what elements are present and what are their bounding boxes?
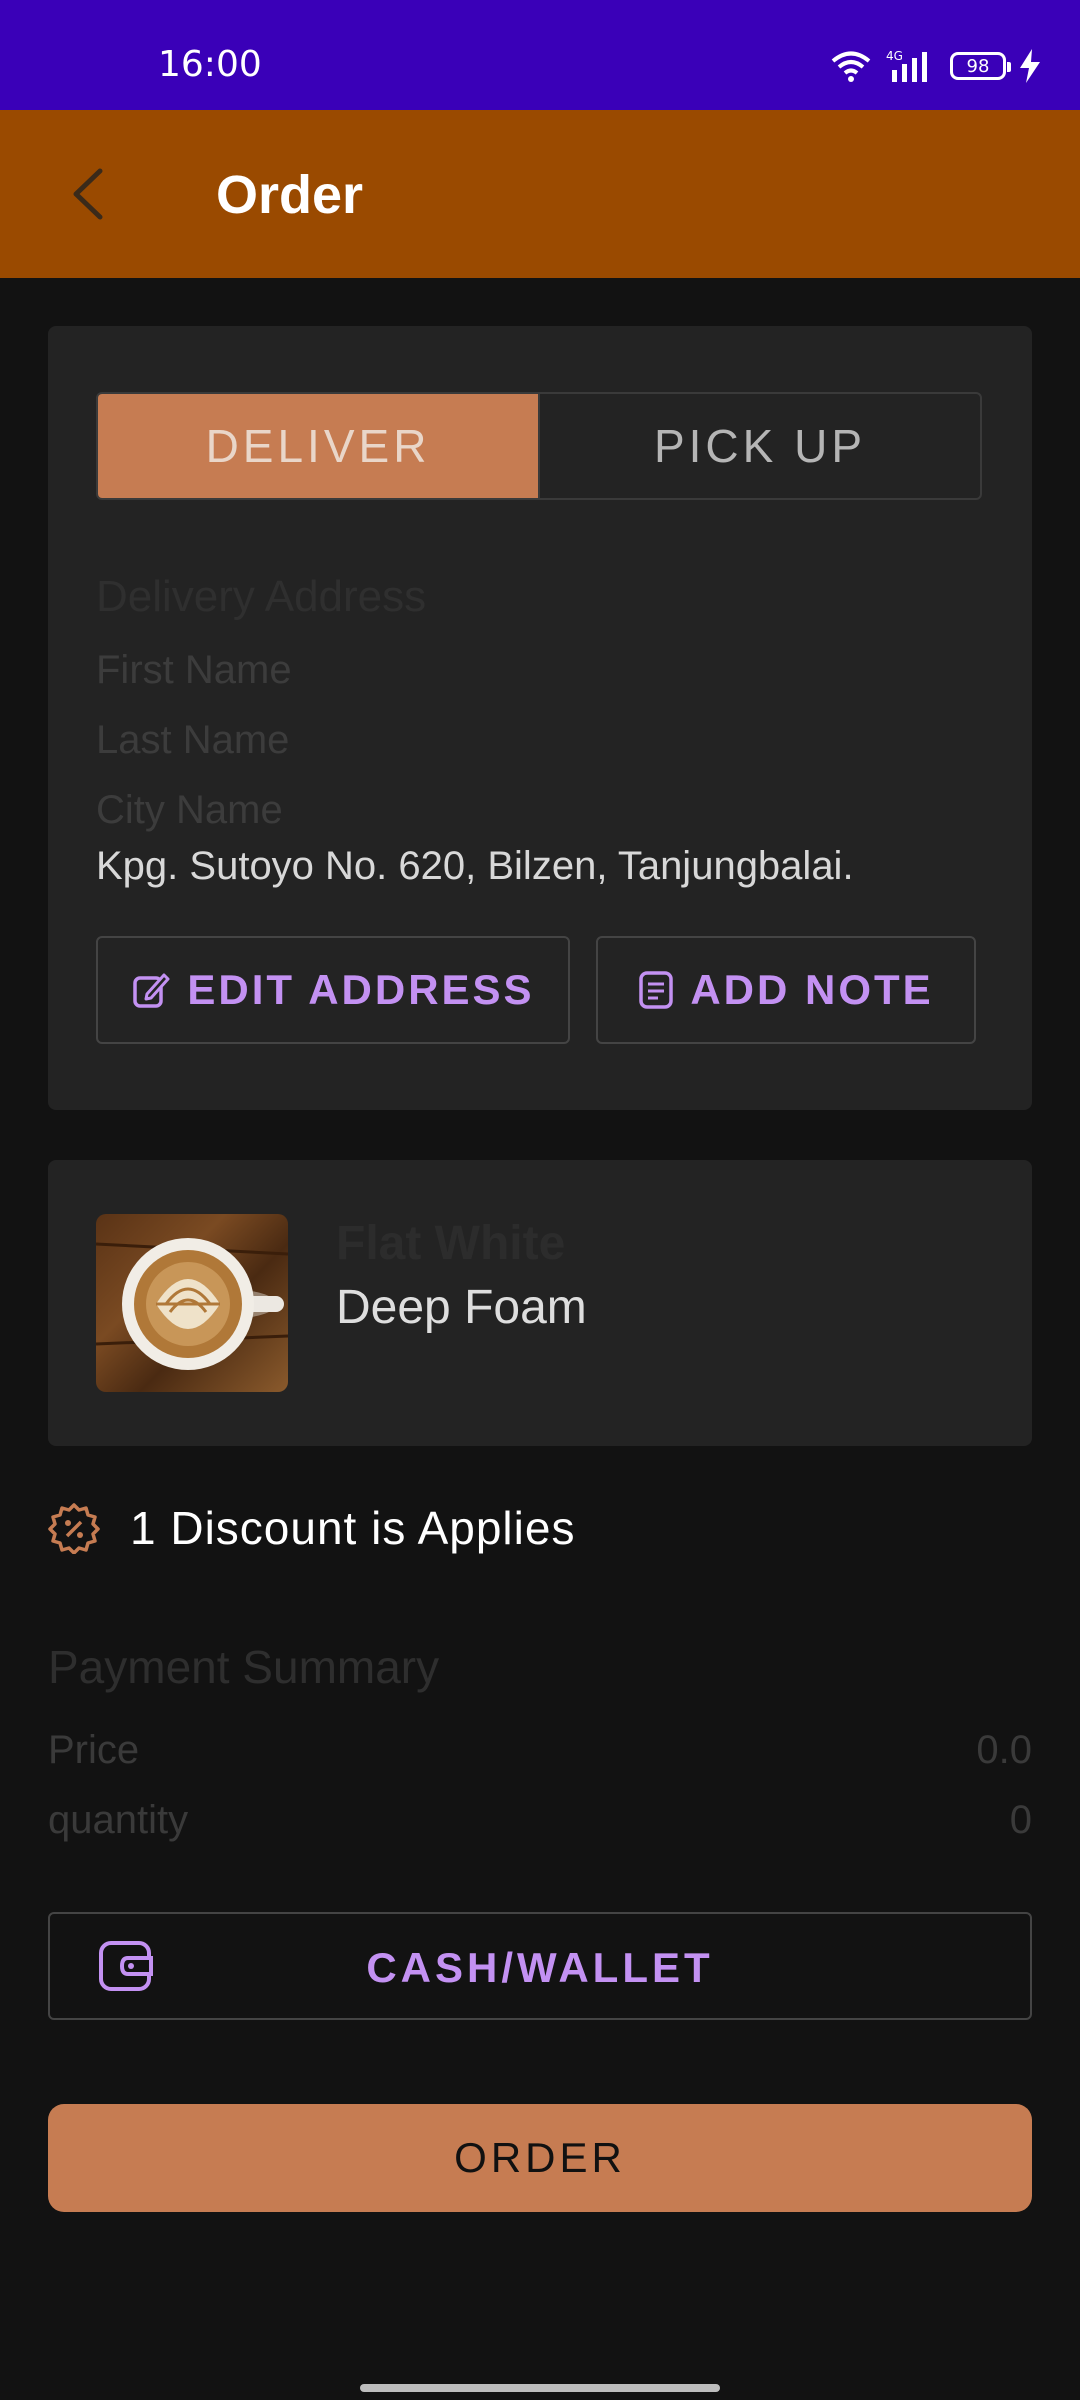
- delivery-card: DELIVER PICK UP Delivery Address First N…: [48, 326, 1032, 1110]
- add-note-label: ADD NOTE: [690, 966, 934, 1013]
- home-indicator[interactable]: [360, 2384, 720, 2392]
- charging-bolt-icon: [1020, 49, 1040, 83]
- note-icon: [639, 971, 674, 1009]
- status-time: 16:00: [158, 44, 262, 85]
- wifi-icon: [831, 51, 871, 82]
- discount-badge-icon: [48, 1503, 100, 1554]
- quantity-label: quantity: [48, 1798, 189, 1842]
- product-image: [96, 1214, 288, 1392]
- product-card: Flat White Deep Foam: [48, 1160, 1032, 1446]
- discount-row[interactable]: 1 Discount is Applies: [48, 1494, 575, 1562]
- edit-icon: [133, 973, 170, 1008]
- coffee-cup-image: [96, 1238, 288, 1370]
- payment-method-label: CASH/WALLET: [366, 1944, 714, 1991]
- price-value: 0.0: [976, 1728, 1032, 1772]
- app-bar: Order: [0, 110, 1080, 278]
- battery-level: 98: [966, 55, 990, 77]
- product-variant: Deep Foam: [336, 1281, 587, 1334]
- status-bar: 16:00 4G 98: [0, 0, 1080, 110]
- delivery-mode-toggle: DELIVER PICK UP: [96, 392, 982, 500]
- delivery-address-heading: Delivery Address: [96, 572, 427, 621]
- payment-method-button[interactable]: CASH/WALLET: [48, 1912, 1032, 2020]
- battery-icon: 98: [950, 52, 1011, 80]
- full-address: Kpg. Sutoyo No. 620, Bilzen, Tanjungbala…: [96, 844, 854, 888]
- edit-address-button[interactable]: EDIT ADDRESS: [96, 936, 570, 1044]
- city-name-field: City Name: [96, 788, 283, 832]
- deliver-tab[interactable]: DELIVER: [98, 394, 540, 498]
- status-icons: 4G 98: [830, 46, 1040, 86]
- first-name-field: First Name: [96, 648, 292, 692]
- price-label: Price: [48, 1728, 140, 1772]
- network-type-label: 4G: [886, 49, 903, 63]
- back-button[interactable]: [56, 160, 120, 228]
- quantity-value: 0: [1009, 1798, 1032, 1842]
- payment-summary-title: Payment Summary: [48, 1641, 440, 1693]
- signal-icon: 4G: [886, 49, 927, 82]
- pickup-tab[interactable]: PICK UP: [540, 394, 980, 498]
- edit-address-label: EDIT ADDRESS: [187, 966, 535, 1013]
- add-note-button[interactable]: ADD NOTE: [596, 936, 976, 1044]
- order-button[interactable]: ORDER: [48, 2104, 1032, 2212]
- product-name: Flat White: [336, 1217, 566, 1270]
- last-name-field: Last Name: [96, 718, 290, 762]
- discount-text: 1 Discount is Applies: [130, 1502, 576, 1554]
- chevron-left-icon: [73, 168, 103, 220]
- page-title: Order: [216, 165, 364, 225]
